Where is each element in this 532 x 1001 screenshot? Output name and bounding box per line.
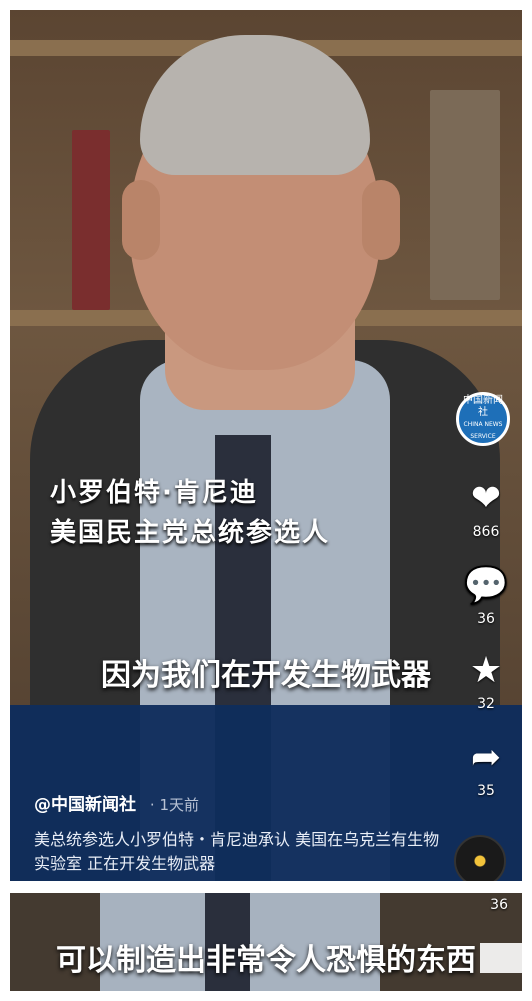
video-frame-next[interactable]: 36 可以制造出非常令人恐惧的东西: [10, 893, 522, 991]
logo-text: 中国新闻社: [463, 395, 503, 418]
overlay-box: [480, 943, 522, 973]
comment-count: 36: [477, 611, 495, 627]
ear: [122, 180, 160, 260]
video-subtitle: 因为我们在开发生物武器: [101, 658, 431, 693]
next-count: 36: [490, 897, 508, 913]
like-button[interactable]: ❤ 866: [462, 478, 510, 540]
like-count: 866: [472, 524, 500, 540]
video-description: 美总统参选人小罗伯特・肯尼迪承认 美国在乌克兰有生物实验室 正在开发生物武器: [34, 830, 440, 873]
music-disc-icon[interactable]: [454, 835, 506, 881]
share-count: 35: [477, 783, 495, 799]
comment-button[interactable]: 💬 36: [462, 565, 510, 627]
share-button[interactable]: ➦ 35: [462, 737, 510, 799]
book: [72, 130, 110, 310]
video-subtitle: 可以制造出非常令人恐惧的东西: [56, 943, 476, 978]
author-name[interactable]: @中国新闻社: [34, 795, 136, 815]
favorite-button[interactable]: ★ 32: [462, 650, 510, 712]
comment-icon: 💬: [463, 565, 509, 606]
favorite-count: 32: [477, 696, 495, 712]
heart-icon: ❤: [470, 478, 502, 519]
book: [430, 90, 500, 300]
star-icon: ★: [469, 650, 503, 691]
logo-en-text: CHINA NEWS SERVICE: [463, 421, 503, 440]
channel-avatar[interactable]: 中国新闻社 CHINA NEWS SERVICE: [456, 392, 510, 446]
video-frame-main[interactable]: 小罗伯特·肯尼迪 美国民主党总统参选人 因为我们在开发生物武器 @中国新闻社 ·…: [10, 10, 522, 881]
person-name: 小罗伯特·肯尼迪: [50, 478, 258, 508]
person-title: 美国民主党总统参选人: [50, 518, 331, 548]
author-line[interactable]: @中国新闻社 · 1天前: [34, 790, 199, 815]
ear: [362, 180, 400, 260]
share-icon: ➦: [470, 737, 502, 778]
post-time: · 1天前: [149, 796, 200, 814]
